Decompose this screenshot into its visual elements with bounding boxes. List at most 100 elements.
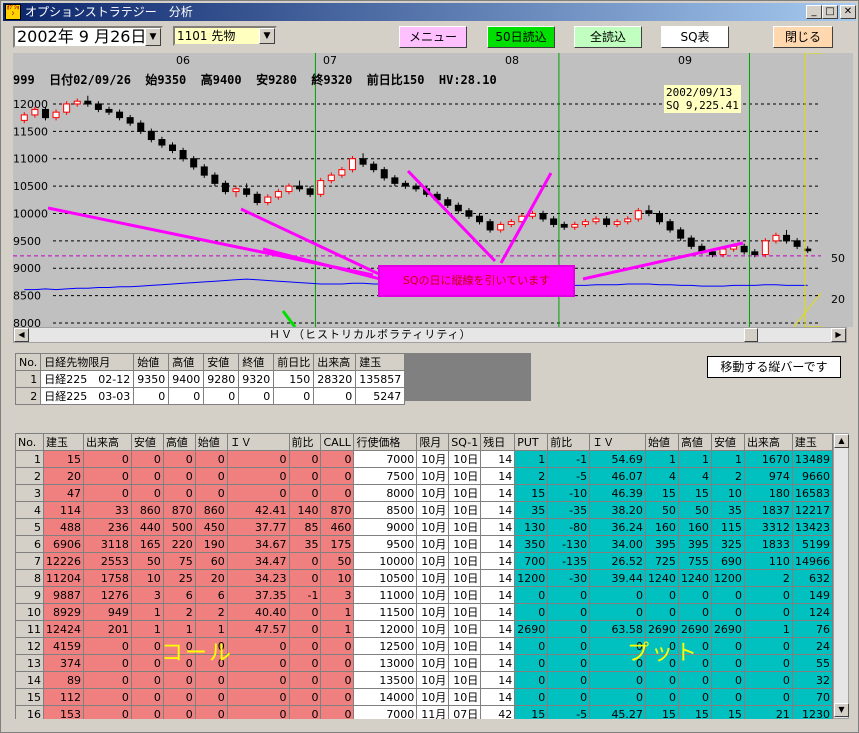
- options-row[interactable]: 12 4159 0 0 0 0 0 0 0 12500 10月 10日 14 0 0 0 0 0 0 0 24: [15, 637, 833, 655]
- options-col-header[interactable]: 出来高: [82, 433, 132, 451]
- scroll-thumb[interactable]: [744, 328, 758, 342]
- candle-body: [783, 234, 791, 242]
- date-select[interactable]: 2002年 9 月26日 ▼: [13, 26, 163, 48]
- options-col-header[interactable]: ＩＶ: [589, 433, 646, 451]
- y-tick-label: 11000: [13, 153, 48, 166]
- options-cell: 26.52: [589, 552, 646, 570]
- sq-table-button[interactable]: SQ表: [661, 26, 729, 48]
- futures-col-header[interactable]: 高値: [168, 353, 205, 371]
- code-select[interactable]: 1101 先物 ▼: [173, 26, 277, 46]
- options-cell: 2: [710, 467, 745, 485]
- options-cell: 7: [15, 552, 44, 570]
- close-window-button[interactable]: ✕: [840, 5, 856, 19]
- scroll-up-icon[interactable]: ▲: [834, 434, 849, 448]
- candle-body: [476, 215, 484, 223]
- futures-col-header[interactable]: 安値: [203, 353, 240, 371]
- options-col-header[interactable]: SQ-1: [448, 433, 482, 451]
- options-col-header[interactable]: 出来高: [743, 433, 793, 451]
- close-button[interactable]: 閉じる: [773, 26, 833, 48]
- options-cell: 0: [162, 484, 196, 502]
- maximize-button[interactable]: □: [822, 5, 838, 19]
- futures-col-header[interactable]: 建玉: [355, 353, 406, 371]
- options-col-header[interactable]: 建玉: [42, 433, 84, 451]
- minimize-button[interactable]: _: [806, 5, 822, 19]
- options-cell: 0: [288, 450, 322, 468]
- options-col-header[interactable]: 高値: [162, 433, 196, 451]
- scroll-left-icon[interactable]: ◀: [14, 328, 29, 342]
- candle-body: [687, 237, 695, 247]
- options-cell: 0: [710, 688, 745, 706]
- options-col-header[interactable]: 前比: [288, 433, 322, 451]
- options-cell: 1240: [677, 569, 712, 587]
- options-col-header[interactable]: 始値: [194, 433, 228, 451]
- options-row[interactable]: 14 89 0 0 0 0 0 0 0 13500 10月 10日 14 0 0 0 0 0 0 0 32: [15, 671, 833, 689]
- scroll-right-icon[interactable]: ▶: [831, 328, 846, 342]
- candle-body: [666, 221, 674, 231]
- futures-col-header[interactable]: 日経先物限月: [40, 353, 135, 371]
- options-cell: 0: [547, 688, 591, 706]
- scroll-down-icon[interactable]: ▼: [834, 703, 849, 717]
- options-cell: 0: [644, 671, 679, 689]
- futures-col-header[interactable]: No.: [14, 353, 42, 371]
- options-cell: 14: [480, 535, 516, 553]
- options-row[interactable]: 7 12226 2553 50 75 60 34.47 0 50 10000 10月 10日 14 700…: [15, 552, 833, 570]
- read-50-days-button[interactable]: 50日読込: [487, 26, 555, 48]
- menu-button[interactable]: メニュー: [399, 26, 467, 48]
- options-cell: 21: [743, 705, 793, 719]
- options-cell: 1200: [514, 569, 549, 587]
- futures-cell: 28320: [313, 370, 357, 388]
- options-row[interactable]: 2 20 0 0 0 0 0 0 0 7500 10月 10日 14 2 -5 46.07 4 4 2 974 9660: [15, 467, 833, 485]
- options-row[interactable]: 16 153 0 0 0 0 0 0 0 7000 11月 07日 42 15 -5 45.27 15 15 15 2…: [15, 705, 833, 719]
- price-chart[interactable]: 12000 11500 11000 10500 10000 9500 9000 8500 800…: [13, 53, 833, 327]
- options-col-header[interactable]: 安値: [710, 433, 745, 451]
- options-row[interactable]: 13 374 0 0 0 0 0 0 0 13000 10月 10日 14 0 0 0 0 0 0 0 55: [15, 654, 833, 672]
- options-row[interactable]: 6 6906 3118 165 220 190 34.67 35 175 9500 10月 10日 14…: [15, 535, 833, 553]
- options-cell: 2: [514, 467, 549, 485]
- options-cell: 11: [15, 620, 44, 638]
- options-col-header[interactable]: 残日: [480, 433, 516, 451]
- futures-row[interactable]: 1 日経225 02-12 9350 9400 9280 9320 150 28320 1358…: [14, 370, 406, 388]
- options-col-header[interactable]: 高値: [677, 433, 712, 451]
- options-col-header[interactable]: 始値: [644, 433, 679, 451]
- chevron-down-icon[interactable]: ▼: [259, 28, 275, 44]
- candle-body: [634, 210, 642, 220]
- options-cell: -1: [547, 450, 591, 468]
- options-row[interactable]: 15 112 0 0 0 0 0 0 0 14000 10月 10日 14 0 0 0 0 0 0 0 70: [15, 688, 833, 706]
- options-row[interactable]: 5 488 236 440 500 450 37.77 85 460 9000 10月 10日 14 13…: [15, 518, 833, 536]
- app-icon[interactable]: ｵﾌﾟｼｮﾝ: [5, 4, 21, 20]
- options-row[interactable]: 3 47 0 0 0 0 0 0 0 8000 10月 10日 14 15 -10 46.39 15 15 10 18…: [15, 484, 833, 502]
- options-cell: 0: [130, 688, 164, 706]
- options-cell: 0: [288, 620, 322, 638]
- options-row[interactable]: 1 15 0 0 0 0 0 0 0 7000 10月 10日 14 1 -1 54.69 1 1 1 1670 134…: [15, 450, 833, 468]
- options-row[interactable]: 9 9887 1276 3 6 6 37.35 -1 3 11000 10月 10日 14 0 0 0 0 0 0 0…: [15, 586, 833, 604]
- futures-row[interactable]: 2 日経225 03-03 0 0 0 0 0 0 5247: [14, 387, 406, 405]
- options-col-header[interactable]: PUT: [514, 433, 549, 451]
- window-title: オプションストラテジー 分析: [25, 5, 193, 19]
- futures-col-header[interactable]: 前日比: [273, 353, 315, 371]
- options-col-header[interactable]: CALL: [320, 433, 355, 451]
- options-cell: 6906: [42, 535, 84, 553]
- options-col-header[interactable]: 安値: [130, 433, 164, 451]
- chevron-down-icon[interactable]: ▼: [145, 28, 161, 46]
- options-cell: 0: [288, 603, 322, 621]
- options-col-header[interactable]: 建玉: [791, 433, 833, 451]
- options-col-header[interactable]: 限月: [416, 433, 450, 451]
- options-col-header[interactable]: No.: [15, 433, 44, 451]
- right-scale: 50 20: [823, 53, 853, 327]
- options-cell: 14: [480, 569, 516, 587]
- options-col-header[interactable]: 前比: [547, 433, 591, 451]
- options-row[interactable]: 8 11204 1758 10 25 20 34.23 0 10 10500 10月 10日 14 120…: [15, 569, 833, 587]
- options-col-header[interactable]: 行使価格: [353, 433, 418, 451]
- options-row[interactable]: 4 114 33 860 870 860 42.41 140 870 8500 10月 10日 14 35…: [15, 501, 833, 519]
- options-scrollbar[interactable]: ▲ ▼: [833, 433, 849, 719]
- futures-col-header[interactable]: 出来高: [313, 353, 357, 371]
- options-col-header[interactable]: ＩＶ: [226, 433, 290, 451]
- futures-col-header[interactable]: 始値: [133, 353, 170, 371]
- chart-scrollbar[interactable]: ◀ ＨＶ（ヒストリカルボラティリティ） ▶: [13, 327, 847, 343]
- options-cell: 236: [82, 518, 132, 536]
- futures-col-header[interactable]: 終値: [238, 353, 275, 371]
- options-row[interactable]: 11 12424 201 1 1 1 47.57 0 1 12000 10月 10日 14 2690 0 63…: [15, 620, 833, 638]
- options-row[interactable]: 10 8929 949 1 2 2 40.40 0 1 11500 10月 10日 14 0 0 0 0 0 0 0 1…: [15, 603, 833, 621]
- read-all-button[interactable]: 全読込: [574, 26, 642, 48]
- candle-body: [708, 251, 716, 256]
